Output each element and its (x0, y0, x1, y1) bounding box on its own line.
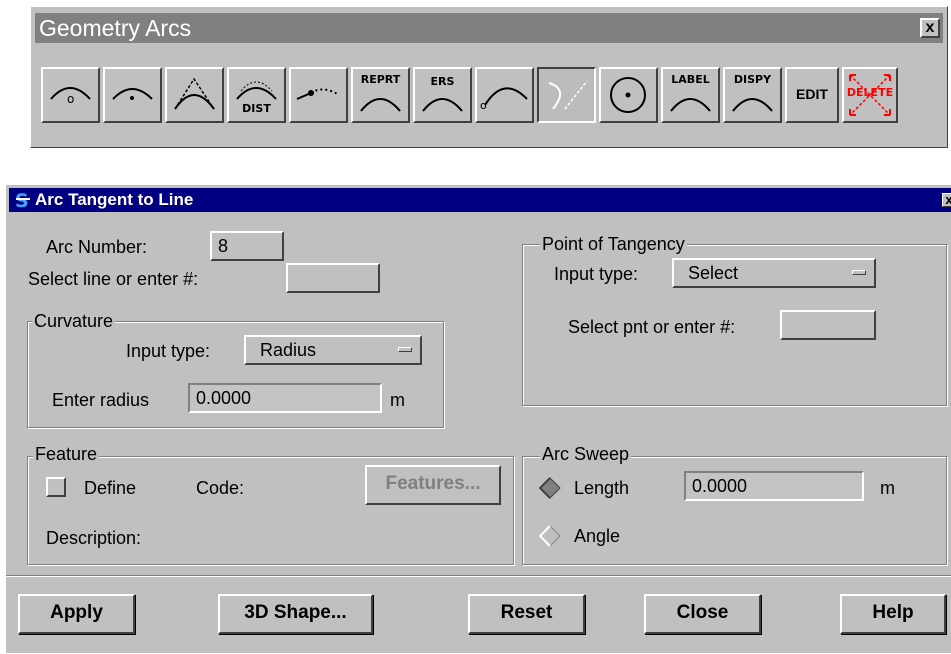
close-icon: x (945, 192, 951, 207)
select-pnt-field[interactable] (780, 310, 876, 340)
curvature-input-type-select[interactable]: Radius (244, 335, 422, 365)
arc-three-point-icon (174, 77, 215, 110)
define-label: Define (84, 478, 137, 498)
help-button[interactable]: Help (840, 594, 946, 634)
select-line-label: Select line or enter #: (28, 269, 199, 289)
palette-title: Geometry Arcs (39, 15, 192, 41)
arc-dist-button[interactable]: DIST (227, 67, 286, 123)
svg-text:o: o (67, 92, 74, 106)
reset-button[interactable]: Reset (468, 594, 585, 634)
point-of-tangency-title: Point of Tangency (540, 234, 687, 254)
arc-erase-icon (422, 98, 463, 112)
radius-label: Enter radius (52, 390, 150, 410)
feature-title: Feature (33, 444, 100, 464)
length-field[interactable]: 0.0000 (684, 471, 864, 501)
length-label: Length (574, 478, 630, 498)
tangency-input-type-value: Select (688, 263, 739, 283)
arc-label-icon (670, 98, 711, 112)
arc-tool-1-button[interactable]: o (41, 67, 100, 123)
arc-dotted-line-icon (296, 88, 340, 100)
tangency-input-type-label: Input type: (554, 264, 639, 284)
3d-shape-button[interactable]: 3D Shape... (218, 594, 373, 634)
arc-tool-2-button[interactable] (103, 67, 162, 123)
arc-report-icon (360, 98, 401, 112)
dropdown-icon (398, 347, 412, 352)
angle-radio[interactable] (539, 525, 561, 547)
code-label: Code: (196, 478, 245, 498)
select-pnt-label: Select pnt or enter #: (568, 317, 736, 337)
circle-icon (610, 77, 646, 113)
radius-field[interactable]: 0.0000 (188, 383, 382, 413)
close-button[interactable]: Close (644, 594, 761, 634)
arc-number-label: Arc Number: (46, 237, 148, 257)
angle-label: Angle (574, 526, 621, 546)
arc-dist-label: DIST (242, 102, 271, 115)
arc-tangent-dialog: S Arc Tangent to Line x Arc Number: 8 Se… (5, 184, 951, 654)
arc-tangent-line-icon (548, 80, 588, 110)
arc-tool-8-button[interactable]: o (475, 67, 534, 123)
curvature-input-type-label: Input type: (126, 341, 211, 361)
app-logo-icon: S (13, 190, 33, 210)
circle-button[interactable] (599, 67, 658, 123)
delete-button[interactable]: DELETE (842, 67, 898, 123)
arc-number-field[interactable]: 8 (210, 231, 284, 261)
curvature-input-type-value: Radius (260, 340, 317, 360)
close-icon: x (925, 19, 935, 36)
arc-tangent-line-button[interactable] (537, 67, 596, 123)
arc-display-icon (732, 98, 773, 112)
arc-dispy-button[interactable]: DISPY (723, 67, 782, 123)
dialog-title: Arc Tangent to Line (35, 190, 194, 209)
arc-ers-button[interactable]: ERS (413, 67, 472, 123)
edit-label: EDIT (796, 86, 828, 102)
button-separator (6, 575, 951, 577)
arc-from-point-icon: o (480, 87, 528, 112)
arc-label-button[interactable]: LABEL (661, 67, 720, 123)
length-unit: m (880, 478, 895, 498)
define-checkbox[interactable] (46, 477, 66, 497)
delete-label: DELETE (846, 86, 894, 99)
apply-button[interactable]: Apply (18, 594, 135, 634)
radius-unit: m (390, 390, 405, 410)
curvature-title: Curvature (32, 311, 116, 331)
dialog-title-bar[interactable]: S Arc Tangent to Line x (9, 188, 951, 212)
palette-title-bar[interactable]: Geometry Arcs (35, 13, 943, 43)
tangency-input-type-select[interactable]: Select (672, 258, 876, 288)
svg-text:o: o (480, 99, 487, 112)
dialog-close-button[interactable]: x (942, 193, 951, 207)
arc-center-point-icon: o (50, 87, 91, 106)
palette-close-button[interactable]: x (920, 18, 940, 38)
dropdown-icon (852, 270, 866, 275)
arc-tool-3-button[interactable] (165, 67, 224, 123)
description-label: Description: (46, 528, 142, 548)
arc-tool-5-button[interactable] (289, 67, 348, 123)
arc-toolbar: o DIST REPRT ERS o LABEL DISPY EDIT DELE… (41, 65, 949, 127)
length-radio[interactable] (539, 477, 561, 499)
geometry-arcs-palette: Geometry Arcs x o DIST REPRT ERS o LABEL… (30, 6, 948, 148)
arc-reprt-button[interactable]: REPRT (351, 67, 410, 123)
arc-sweep-title: Arc Sweep (540, 444, 632, 464)
edit-button[interactable]: EDIT (785, 67, 839, 123)
select-line-field[interactable] (286, 263, 380, 293)
arc-flat-point-icon (112, 88, 153, 100)
features-button[interactable]: Features... (365, 465, 501, 505)
